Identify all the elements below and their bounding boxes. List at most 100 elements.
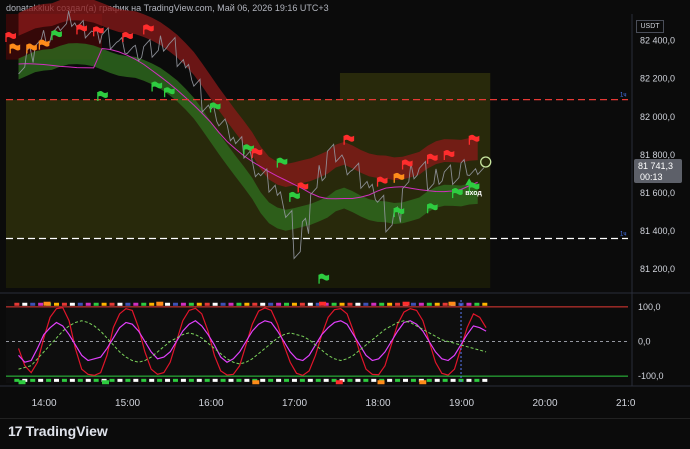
signal-strip-bottom [204, 378, 210, 382]
osc-flag-icon [448, 301, 456, 306]
signal-strip-top [363, 302, 369, 306]
signal-strip-top [482, 302, 488, 306]
time-tick: 14:00 [32, 398, 57, 409]
time-tick: 16:00 [199, 398, 224, 409]
signal-strip-bottom [188, 378, 194, 382]
price-chart[interactable]: 1ч 1ч вход 82 400,0 82 200,0 82 000,0 81 800,0… [0, 0, 690, 418]
osc-flag-icon [102, 380, 110, 385]
price-tick: 81 800,0 [640, 150, 675, 160]
signal-strip-bottom [442, 378, 448, 382]
signal-strip-top [220, 302, 226, 306]
price-tick: 81 600,0 [640, 188, 675, 198]
signal-strip-top [101, 302, 107, 306]
signal-strip-bottom [268, 378, 274, 382]
signal-strip-bottom [450, 378, 456, 382]
signal-strip-bottom [69, 378, 75, 382]
signal-strip-bottom [228, 378, 234, 382]
signal-strip-bottom [363, 378, 369, 382]
signal-strip-bottom [61, 378, 67, 382]
time-tick: 18:00 [366, 398, 391, 409]
oscillator-tick: 100,0 [638, 302, 661, 312]
signal-strip-top [426, 302, 432, 306]
price-tick: 81 200,0 [640, 264, 675, 274]
signal-strip-top [93, 302, 99, 306]
signal-strip-top [291, 302, 297, 306]
signal-strip-top [85, 302, 91, 306]
osc-flag-icon [156, 301, 164, 306]
signal-strip-bottom [355, 378, 361, 382]
osc-flag-icon [335, 380, 343, 385]
signal-strip-top [149, 302, 155, 306]
signal-strip-top [228, 302, 234, 306]
signal-strip-bottom [387, 378, 393, 382]
signal-strip-top [180, 302, 186, 306]
signal-strip-top [434, 302, 440, 306]
signal-strip-bottom [85, 378, 91, 382]
signal-strip-top [117, 302, 123, 306]
oscillator-tick: 0,0 [638, 337, 651, 347]
signal-strip-top [379, 302, 385, 306]
signal-strip-bottom [30, 378, 36, 382]
signal-strip-bottom [117, 378, 123, 382]
time-tick: 20:00 [533, 398, 558, 409]
osc-flag-icon [252, 380, 260, 385]
signal-strip-bottom [315, 378, 321, 382]
time-tick: 15:00 [115, 398, 140, 409]
signal-strip-top [395, 302, 401, 306]
signal-strip-top [188, 302, 194, 306]
signal-strip-bottom [172, 378, 178, 382]
signal-strip-bottom [149, 378, 155, 382]
signal-strip-top [466, 302, 472, 306]
signal-strip-bottom [260, 378, 266, 382]
signal-strip-bottom [196, 378, 202, 382]
signal-strip-bottom [109, 378, 115, 382]
signal-strip-top [22, 302, 28, 306]
price-tick: 82 400,0 [640, 36, 675, 46]
signal-strip-bottom [125, 378, 131, 382]
signal-strip-bottom [323, 378, 329, 382]
signal-strip-bottom [410, 378, 416, 382]
signal-strip-top [196, 302, 202, 306]
signal-strip-bottom [244, 378, 250, 382]
signal-strip-bottom [133, 378, 139, 382]
signal-strip-top [474, 302, 480, 306]
level-tag: 1ч [620, 93, 626, 99]
signal-strip-bottom [482, 378, 488, 382]
signal-strip-bottom [212, 378, 218, 382]
tradingview-logo-icon: 17 [8, 423, 23, 439]
signal-strip-bottom [180, 378, 186, 382]
signal-strip-bottom [371, 378, 377, 382]
signal-strip-top [204, 302, 210, 306]
signal-strip-bottom [307, 378, 313, 382]
price-tick: 82 000,0 [640, 112, 675, 122]
olive-zone-lower [6, 238, 491, 288]
signal-strip-top [355, 302, 361, 306]
signal-strip-bottom [220, 378, 226, 382]
signal-strip-bottom [434, 378, 440, 382]
signal-strip-top [172, 302, 178, 306]
signal-strip-top [236, 302, 242, 306]
signal-strip-top [141, 302, 147, 306]
osc-flag-icon [419, 380, 427, 385]
price-tick: 81 400,0 [640, 226, 675, 236]
signal-strip-bottom [284, 378, 290, 382]
signal-strip-bottom [157, 378, 163, 382]
signal-strip-top [125, 302, 131, 306]
osc-flag-icon [18, 380, 26, 385]
signal-strip-top [133, 302, 139, 306]
signal-strip-bottom [347, 378, 353, 382]
tradingview-logo[interactable]: 17 TradingView [8, 423, 108, 439]
signal-strip-bottom [474, 378, 480, 382]
signal-strip-top [165, 302, 171, 306]
chart-frame: donatakkluk создал(а) график на TradingV… [0, 0, 690, 449]
signal-strip-top [69, 302, 75, 306]
oscillator-tick: -100,0 [638, 371, 664, 381]
signal-strip-top [410, 302, 416, 306]
signal-strip-bottom [395, 378, 401, 382]
entry-label: вход [465, 190, 482, 197]
signal-strip-top [331, 302, 337, 306]
signal-strip-bottom [46, 378, 52, 382]
signal-strip-bottom [77, 378, 83, 382]
signal-strip-top [109, 302, 115, 306]
signal-strip-top [339, 302, 345, 306]
